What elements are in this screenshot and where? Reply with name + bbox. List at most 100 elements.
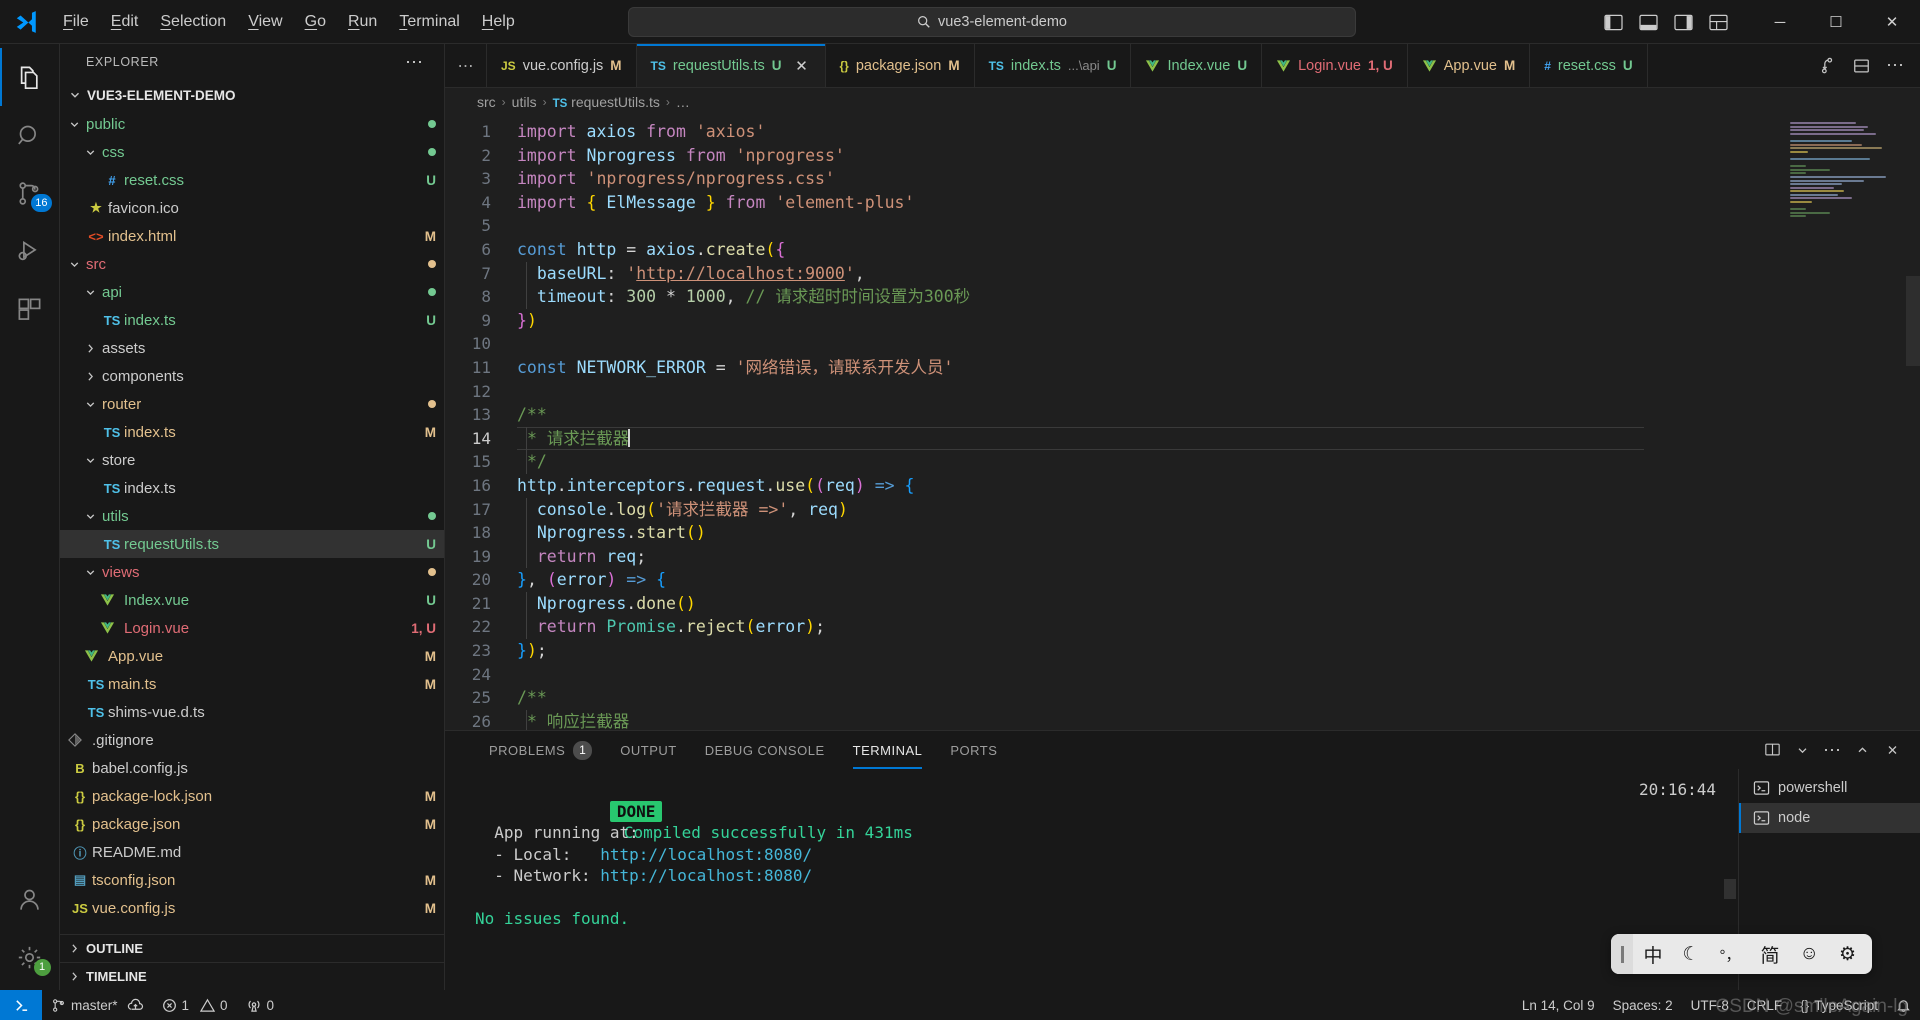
minimap[interactable]	[1782, 116, 1920, 730]
tree-file[interactable]: ▤tsconfig.jsonM	[60, 866, 444, 894]
code-line[interactable]: 19 return req;	[445, 545, 1782, 569]
code-line[interactable]: 10	[445, 332, 1782, 356]
editor-tab-requestutils-ts[interactable]: TSrequestUtils.tsU✕	[637, 44, 826, 87]
ime-drag-handle[interactable]	[1611, 934, 1633, 974]
code-line[interactable]: 4import { ElMessage } from 'element-plus…	[445, 191, 1782, 215]
ime-simplified-mode[interactable]: 简	[1751, 941, 1790, 968]
code-line[interactable]: 26 * 响应拦截器	[445, 710, 1782, 730]
status-indentation[interactable]: Spaces: 2	[1604, 990, 1682, 1020]
terminal-output[interactable]: 20:16:44 DONE Compiled successfully in 4…	[445, 769, 1738, 990]
file-tree[interactable]: publiccss#reset.cssU★favicon.ico<>index.…	[60, 110, 444, 934]
code-line[interactable]: 15 */	[445, 450, 1782, 474]
editor-tab-reset-css[interactable]: #reset.cssU	[1530, 44, 1647, 87]
tree-file[interactable]: ★favicon.ico	[60, 194, 444, 222]
tree-file[interactable]: #reset.cssU	[60, 166, 444, 194]
status-ports[interactable]: 0	[237, 990, 284, 1020]
panel-tab-ports[interactable]: PORTS	[936, 731, 1011, 769]
breadcrumb-item[interactable]: utils	[512, 94, 537, 110]
code-line[interactable]: 16http.interceptors.request.use((req) =>…	[445, 474, 1782, 498]
tab-close-icon[interactable]: ✕	[793, 57, 811, 75]
status-eol[interactable]: CRLF	[1738, 990, 1791, 1020]
code-line[interactable]: 11const NETWORK_ERROR = '网络错误，请联系开发人员'	[445, 356, 1782, 380]
tree-folder[interactable]: public	[60, 110, 444, 138]
tree-file[interactable]: <>index.htmlM	[60, 222, 444, 250]
tree-file[interactable]: {}package.jsonM	[60, 810, 444, 838]
customize-layout-icon[interactable]	[1702, 7, 1734, 37]
ime-emoji-icon[interactable]: ☺	[1790, 943, 1829, 965]
panel-tab-output[interactable]: OUTPUT	[606, 731, 690, 769]
editor-tab-vue-config-js[interactable]: JSvue.config.jsM	[487, 44, 637, 87]
window-maximize-button[interactable]: ☐	[1808, 0, 1864, 44]
code-line[interactable]: 2import Nprogress from 'nprogress'	[445, 144, 1782, 168]
menu-run[interactable]: Run	[337, 9, 388, 35]
terminal-network-url[interactable]: http://localhost:8080/	[600, 866, 812, 885]
tree-file[interactable]: {}package-lock.jsonM	[60, 782, 444, 810]
window-close-button[interactable]: ✕	[1864, 0, 1920, 44]
activity-item-run-debug[interactable]	[0, 222, 60, 280]
tree-file[interactable]: ⓘREADME.md	[60, 838, 444, 866]
tree-file[interactable]: TSmain.tsM	[60, 670, 444, 698]
tree-file[interactable]: TSshims-vue.d.ts	[60, 698, 444, 726]
code-line[interactable]: 1import axios from 'axios'	[445, 120, 1782, 144]
status-cursor-position[interactable]: Ln 14, Col 9	[1513, 990, 1604, 1020]
menu-terminal[interactable]: Terminal	[388, 9, 470, 35]
menu-selection[interactable]: Selection	[149, 9, 237, 35]
panel-tab-debug-console[interactable]: DEBUG CONSOLE	[691, 731, 839, 769]
tree-file[interactable]: Index.vueU	[60, 586, 444, 614]
editor-tab-app-vue[interactable]: App.vueM	[1408, 44, 1530, 87]
code-editor[interactable]: 1import axios from 'axios'2import Nprogr…	[445, 116, 1920, 730]
activity-item-settings[interactable]: 1	[0, 928, 60, 986]
activity-item-accounts[interactable]	[0, 870, 60, 928]
split-editor-icon[interactable]	[1812, 51, 1842, 81]
breadcrumb-item[interactable]: …	[676, 94, 690, 110]
tree-folder[interactable]: router	[60, 390, 444, 418]
tree-folder[interactable]: assets	[60, 334, 444, 362]
tree-folder[interactable]: views	[60, 558, 444, 586]
chevron-down-icon[interactable]	[1788, 736, 1816, 764]
code-line[interactable]: 25/**	[445, 686, 1782, 710]
ime-punctuation[interactable]: °，	[1710, 944, 1751, 965]
window-minimize-button[interactable]: ─	[1752, 0, 1808, 44]
tree-folder[interactable]: components	[60, 362, 444, 390]
menu-file[interactable]: File	[52, 9, 100, 35]
editor-tab-login-vue[interactable]: Login.vue1, U	[1262, 44, 1408, 87]
code-line[interactable]: 3import 'nprogress/nprogress.css'	[445, 167, 1782, 191]
toggle-secondary-sidebar-icon[interactable]	[1667, 7, 1699, 37]
status-language-mode[interactable]: {} TypeScript	[1791, 990, 1887, 1020]
code-line[interactable]: 24	[445, 663, 1782, 687]
code-line[interactable]: 14 * 请求拦截器	[445, 427, 1782, 451]
panel-tab-terminal[interactable]: TERMINAL	[839, 731, 937, 769]
ime-settings-icon[interactable]: ⚙	[1829, 943, 1866, 966]
code-line[interactable]: 8 timeout: 300 * 1000, // 请求超时时间设置为300秒	[445, 285, 1782, 309]
tree-folder[interactable]: store	[60, 446, 444, 474]
code-line[interactable]: 22 return Promise.reject(error);	[445, 615, 1782, 639]
status-branch[interactable]: master*	[42, 990, 153, 1020]
close-panel-icon[interactable]	[1878, 736, 1906, 764]
tree-file[interactable]: TSindex.tsM	[60, 418, 444, 446]
tree-file[interactable]: Bbabel.config.js	[60, 754, 444, 782]
toggle-primary-sidebar-icon[interactable]	[1597, 7, 1629, 37]
activity-item-extensions[interactable]	[0, 280, 60, 338]
explorer-root-section[interactable]: VUE3-ELEMENT-DEMO	[60, 80, 444, 110]
maximize-panel-icon[interactable]	[1848, 736, 1876, 764]
tree-folder[interactable]: api	[60, 278, 444, 306]
ime-toolbar[interactable]: 中 ☾ °， 简 ☺ ⚙	[1611, 934, 1872, 974]
activity-item-search[interactable]	[0, 106, 60, 164]
tree-folder[interactable]: utils	[60, 502, 444, 530]
menu-view[interactable]: View	[237, 9, 293, 35]
code-line[interactable]: 18 Nprogress.start()	[445, 521, 1782, 545]
menu-go[interactable]: Go	[294, 9, 337, 35]
tree-folder[interactable]: css	[60, 138, 444, 166]
remote-indicator-button[interactable]	[0, 990, 42, 1020]
tree-folder[interactable]: src	[60, 250, 444, 278]
terminal-tab-powershell[interactable]: powershell	[1739, 773, 1920, 803]
breadcrumb-item[interactable]: TS requestUtils.ts	[553, 94, 660, 110]
editor-tab-index-vue[interactable]: Index.vueU	[1131, 44, 1262, 87]
status-encoding[interactable]: UTF-8	[1682, 990, 1738, 1020]
editor-tab-index-ts[interactable]: TSindex.ts...\apiU	[975, 44, 1132, 87]
terminal-local-url[interactable]: http://localhost:8080/	[600, 845, 812, 864]
tree-file[interactable]: JSvue.config.jsM	[60, 894, 444, 922]
code-line[interactable]: 12	[445, 380, 1782, 404]
tree-file[interactable]: TSrequestUtils.tsU	[60, 530, 444, 558]
menu-edit[interactable]: Edit	[100, 9, 150, 35]
